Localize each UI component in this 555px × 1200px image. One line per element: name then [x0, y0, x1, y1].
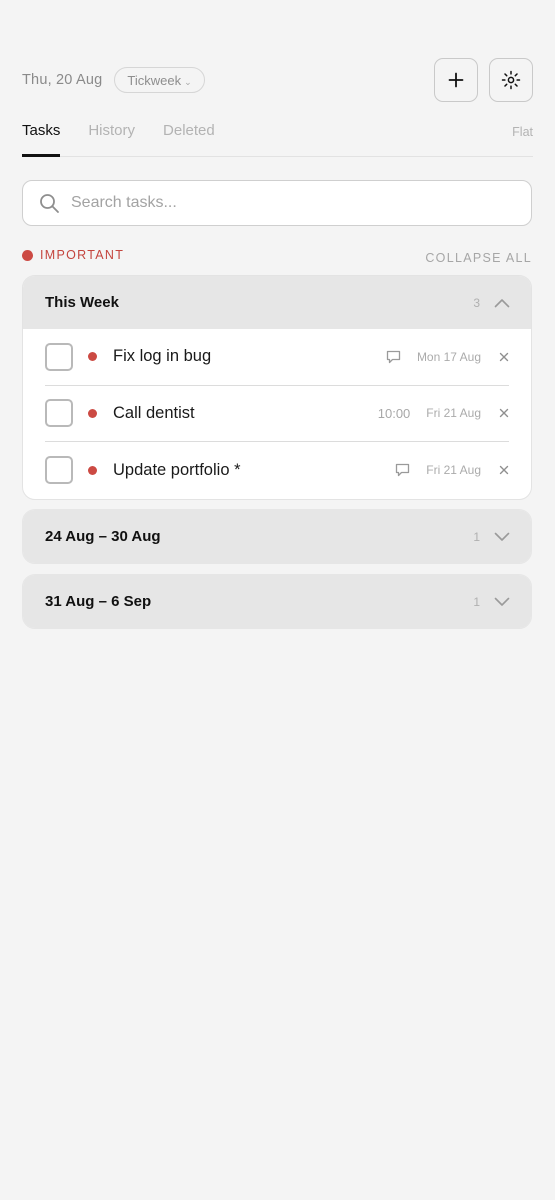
group-header[interactable]: This Week 3	[23, 276, 531, 329]
group-header[interactable]: 31 Aug – 6 Sep 1	[23, 575, 531, 628]
group-title: 31 Aug – 6 Sep	[45, 593, 152, 610]
workspace-selector[interactable]: Tickweek ⌄	[114, 67, 205, 93]
task-due-date: Mon 17 Aug	[416, 349, 481, 364]
plus-icon	[448, 72, 464, 88]
add-task-button[interactable]	[434, 58, 478, 102]
chevron-down-icon[interactable]	[494, 597, 510, 607]
tab-bar: Tasks History Deleted Flat	[22, 117, 533, 157]
comment-icon[interactable]	[395, 463, 410, 477]
important-filter[interactable]: IMPORTANT	[40, 248, 124, 262]
close-icon[interactable]	[499, 465, 509, 475]
priority-dot	[88, 352, 97, 362]
group-count: 1	[473, 529, 480, 544]
task-checkbox[interactable]	[45, 342, 73, 371]
tab-tasks[interactable]: Tasks	[22, 117, 61, 157]
task-row[interactable]: Call dentist 10:00 Fri 21 Aug	[45, 386, 509, 442]
task-list: Fix log in bug Mon 17 Aug Call dentist 1…	[23, 329, 531, 499]
collapse-all-button[interactable]: COLLAPSE ALL	[425, 251, 532, 265]
theme-toggle-button[interactable]	[489, 58, 533, 102]
search-input[interactable]	[71, 194, 471, 212]
current-date: Thu, 20 Aug	[22, 72, 103, 88]
task-row[interactable]: Fix log in bug Mon 17 Aug	[45, 329, 509, 386]
chevron-down-icon[interactable]	[494, 532, 510, 542]
group-title: 24 Aug – 30 Aug	[45, 528, 161, 545]
important-dot	[22, 249, 33, 261]
comment-icon[interactable]	[386, 350, 401, 364]
tab-history[interactable]: History	[88, 117, 135, 156]
close-icon[interactable]	[499, 352, 509, 362]
task-time: 10:00	[377, 405, 411, 421]
flat-view-toggle[interactable]: Flat	[512, 117, 533, 139]
priority-dot	[88, 465, 97, 475]
search-box[interactable]	[22, 180, 532, 226]
task-row[interactable]: Update portfolio * Fri 21 Aug	[45, 442, 509, 499]
search-icon	[40, 193, 59, 213]
task-group: This Week 3 Fix log in bug Mon 17 Aug Ca…	[22, 275, 532, 500]
sun-icon	[501, 70, 521, 90]
group-title: This Week	[45, 294, 119, 311]
group-header[interactable]: 24 Aug – 30 Aug 1	[23, 510, 531, 563]
task-title: Fix log in bug	[113, 347, 212, 366]
task-checkbox[interactable]	[45, 399, 73, 428]
tab-deleted[interactable]: Deleted	[163, 117, 215, 156]
task-title: Update portfolio *	[113, 460, 241, 479]
workspace-label: Tickweek	[127, 72, 182, 88]
priority-dot	[88, 408, 97, 418]
close-icon[interactable]	[499, 408, 509, 418]
group-count: 1	[473, 594, 480, 609]
filter-row: IMPORTANT COLLAPSE ALL	[22, 245, 532, 265]
chevron-down-icon: ⌄	[184, 76, 192, 87]
task-checkbox[interactable]	[45, 456, 73, 485]
task-group: 31 Aug – 6 Sep 1	[22, 574, 532, 629]
task-due-date: Fri 21 Aug	[426, 463, 481, 478]
header: Thu, 20 Aug Tickweek ⌄	[22, 58, 533, 102]
group-count: 3	[473, 295, 480, 310]
chevron-up-icon[interactable]	[494, 298, 510, 308]
task-group: 24 Aug – 30 Aug 1	[22, 509, 532, 564]
task-due-date: Fri 21 Aug	[426, 406, 481, 421]
task-title: Call dentist	[113, 403, 195, 422]
